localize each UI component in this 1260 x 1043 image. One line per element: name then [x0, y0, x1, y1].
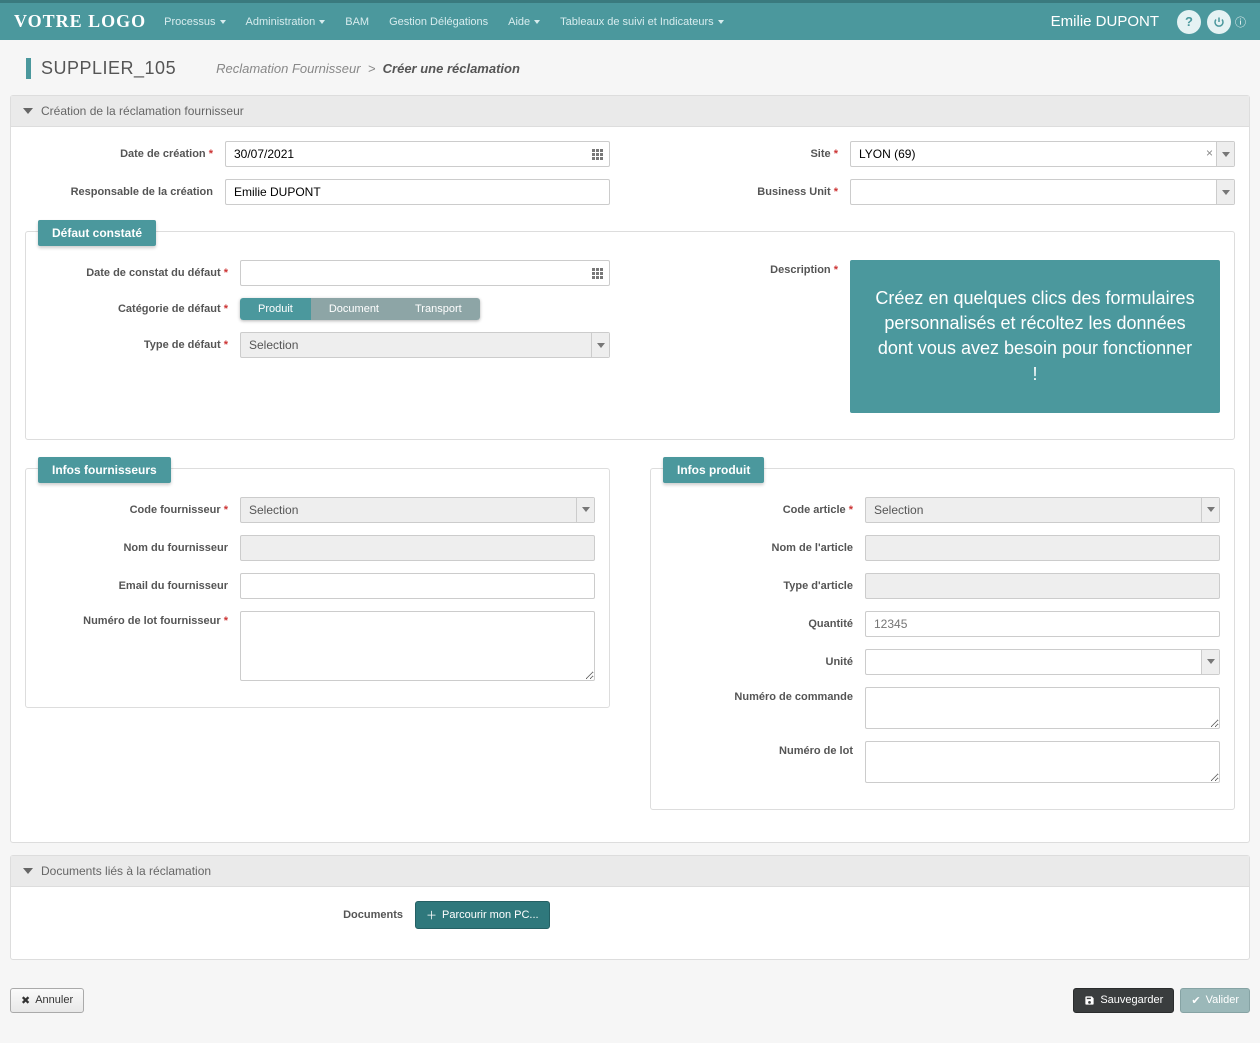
label-lot-fournisseur: Numéro de lot fournisseur * — [40, 611, 240, 627]
unite-select[interactable] — [865, 649, 1220, 675]
seg-document[interactable]: Document — [311, 298, 397, 320]
nav-bam[interactable]: BAM — [345, 16, 369, 28]
collapse-icon — [23, 868, 33, 874]
label-unite: Unité — [665, 656, 865, 668]
nom-article-input — [865, 535, 1220, 561]
fieldset-defaut: Défaut constaté Date de constat du défau… — [25, 231, 1235, 440]
panel-creation-head[interactable]: Création de la réclamation fournisseur — [11, 96, 1249, 127]
label-responsable: Responsable de la création — [25, 186, 225, 198]
calendar-icon[interactable] — [585, 261, 609, 285]
nom-fournisseur-input — [240, 535, 595, 561]
top-navbar: VOTRE LOGO Processus Administration BAM … — [0, 0, 1260, 40]
collapse-icon — [23, 108, 33, 114]
dropdown-icon[interactable] — [591, 333, 609, 357]
plus-icon: ＋ — [426, 907, 437, 923]
fieldset-fournisseurs-title: Infos fournisseurs — [38, 457, 171, 483]
browse-button[interactable]: ＋ Parcourir mon PC... — [415, 901, 550, 929]
breadcrumb: Reclamation Fournisseur > Créer une récl… — [216, 61, 520, 76]
panel-creation: Création de la réclamation fournisseur D… — [10, 95, 1250, 843]
breadcrumb-current: Créer une réclamation — [383, 61, 520, 76]
panel-documents-head[interactable]: Documents liés à la réclamation — [11, 856, 1249, 887]
label-nom-fournisseur: Nom du fournisseur — [40, 542, 240, 554]
label-bu: Business Unit * — [650, 186, 850, 198]
label-quantite: Quantité — [665, 618, 865, 630]
numero-commande-textarea[interactable] — [865, 687, 1220, 729]
panel-documents-title: Documents liés à la réclamation — [41, 864, 211, 878]
fieldset-produit-title: Infos produit — [663, 457, 764, 483]
type-defaut-select[interactable] — [240, 332, 610, 358]
label-site: Site * — [650, 148, 850, 160]
fieldset-fournisseurs: Infos fournisseurs Code fournisseur * No… — [25, 468, 610, 708]
cancel-button[interactable]: ✖ Annuler — [10, 988, 84, 1013]
type-article-input — [865, 573, 1220, 599]
nav-tableaux[interactable]: Tableaux de suivi et Indicateurs — [560, 16, 723, 28]
label-code-fournisseur: Code fournisseur * — [40, 504, 240, 516]
nav-delegations[interactable]: Gestion Délégations — [389, 16, 488, 28]
categorie-segmented: Produit Document Transport — [240, 298, 480, 320]
label-documents: Documents — [25, 909, 415, 921]
seg-produit[interactable]: Produit — [240, 298, 311, 320]
dropdown-icon[interactable] — [1216, 142, 1234, 166]
save-button[interactable]: Sauvegarder — [1073, 988, 1174, 1013]
nav-user[interactable]: Emilie DUPONT — [1051, 13, 1159, 30]
entity-code: SUPPLIER_105 — [26, 58, 176, 79]
power-icon[interactable] — [1207, 10, 1231, 34]
seg-transport[interactable]: Transport — [397, 298, 480, 320]
site-select[interactable] — [850, 141, 1235, 167]
nav-administration[interactable]: Administration — [246, 16, 326, 28]
fieldset-defaut-title: Défaut constaté — [38, 220, 156, 246]
footer-actions: ✖ Annuler Sauvegarder ✔ Valider — [0, 982, 1260, 1025]
clear-icon[interactable]: × — [1206, 146, 1213, 160]
dropdown-icon[interactable] — [1201, 650, 1219, 674]
breadcrumb-bar: SUPPLIER_105 Reclamation Fournisseur > C… — [0, 40, 1260, 95]
label-email-fournisseur: Email du fournisseur — [40, 580, 240, 592]
date-creation-input[interactable] — [225, 141, 610, 167]
nav-links: Processus Administration BAM Gestion Dél… — [164, 16, 723, 28]
check-icon: ✔ — [1191, 994, 1200, 1007]
label-numero-commande: Numéro de commande — [665, 687, 865, 703]
validate-button[interactable]: ✔ Valider — [1180, 988, 1250, 1013]
code-article-select[interactable] — [865, 497, 1220, 523]
caret-down-icon — [319, 20, 325, 24]
info-icon[interactable]: ⓘ — [1235, 14, 1246, 30]
label-date-constat: Date de constat du défaut * — [40, 267, 240, 279]
dropdown-icon[interactable] — [1201, 498, 1219, 522]
lot-fournisseur-textarea[interactable] — [240, 611, 595, 681]
close-icon: ✖ — [21, 994, 30, 1007]
label-nom-article: Nom de l'article — [665, 542, 865, 554]
numero-lot-textarea[interactable] — [865, 741, 1220, 783]
nav-aide[interactable]: Aide — [508, 16, 540, 28]
dropdown-icon[interactable] — [1216, 180, 1234, 204]
label-code-article: Code article * — [665, 504, 865, 516]
caret-down-icon — [220, 20, 226, 24]
date-constat-input[interactable] — [240, 260, 610, 286]
label-numero-lot: Numéro de lot — [665, 741, 865, 757]
bu-select[interactable] — [850, 179, 1235, 205]
caret-down-icon — [718, 20, 724, 24]
breadcrumb-trail[interactable]: Reclamation Fournisseur — [216, 61, 361, 76]
email-fournisseur-input[interactable] — [240, 573, 595, 599]
dropdown-icon[interactable] — [576, 498, 594, 522]
quantite-input[interactable] — [865, 611, 1220, 637]
panel-documents: Documents liés à la réclamation Document… — [10, 855, 1250, 960]
nav-processus[interactable]: Processus — [164, 16, 225, 28]
save-icon — [1084, 995, 1095, 1006]
promo-box: Créez en quelques clics des formulaires … — [850, 260, 1220, 413]
help-icon[interactable]: ? — [1177, 10, 1201, 34]
caret-down-icon — [534, 20, 540, 24]
code-fournisseur-select[interactable] — [240, 497, 595, 523]
calendar-icon[interactable] — [585, 142, 609, 166]
label-type-article: Type d'article — [665, 580, 865, 592]
responsable-input[interactable] — [225, 179, 610, 205]
brand-logo: VOTRE LOGO — [14, 11, 146, 32]
label-date-creation: Date de création * — [25, 148, 225, 160]
label-description: Description * — [650, 260, 850, 276]
fieldset-produit: Infos produit Code article * Nom de l'ar… — [650, 468, 1235, 810]
label-type-defaut: Type de défaut * — [40, 339, 240, 351]
label-categorie: Catégorie de défaut * — [40, 303, 240, 315]
panel-creation-title: Création de la réclamation fournisseur — [41, 104, 244, 118]
